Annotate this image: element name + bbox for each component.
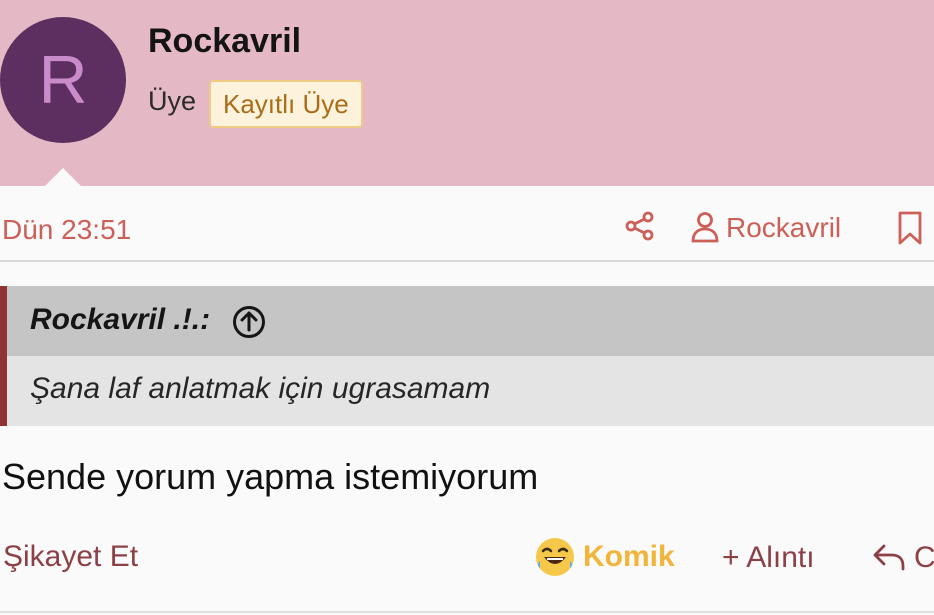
reply-icon[interactable]: [872, 541, 906, 573]
funny-reaction-label[interactable]: Komik: [583, 540, 675, 574]
profile-header: R Rockavril Üye Kayıtlı Üye: [0, 0, 934, 187]
arrow-up-circle-icon[interactable]: [232, 305, 266, 339]
username[interactable]: Rockavril: [148, 22, 301, 61]
bookmark-icon[interactable]: [896, 210, 924, 246]
post-time[interactable]: Dün 23:51: [2, 214, 131, 246]
reply-button[interactable]: C: [914, 541, 934, 575]
quote-button[interactable]: + Alıntı: [722, 541, 815, 575]
speech-arrow: [44, 168, 82, 187]
member-role: Üye: [148, 86, 197, 116]
post-content: Sende yorum yapma istemiyorum: [2, 456, 539, 497]
quote-author[interactable]: Rockavril .!.:: [30, 303, 210, 337]
laughing-emoji-icon[interactable]: [534, 536, 576, 578]
bottom-divider: [0, 611, 934, 613]
report-button[interactable]: Şikayet Et: [3, 540, 138, 574]
registered-member-badge: Kayıtlı Üye: [209, 80, 363, 128]
post-user-link[interactable]: Rockavril: [726, 212, 841, 244]
share-icon[interactable]: [624, 210, 656, 242]
quote-text: Şana laf anlatmak için ugrasamam: [30, 372, 491, 405]
avatar[interactable]: R: [0, 17, 126, 143]
quoted-message: Rockavril .!.: Şana laf anlatmak için ug…: [0, 286, 934, 426]
user-icon[interactable]: [690, 211, 720, 243]
